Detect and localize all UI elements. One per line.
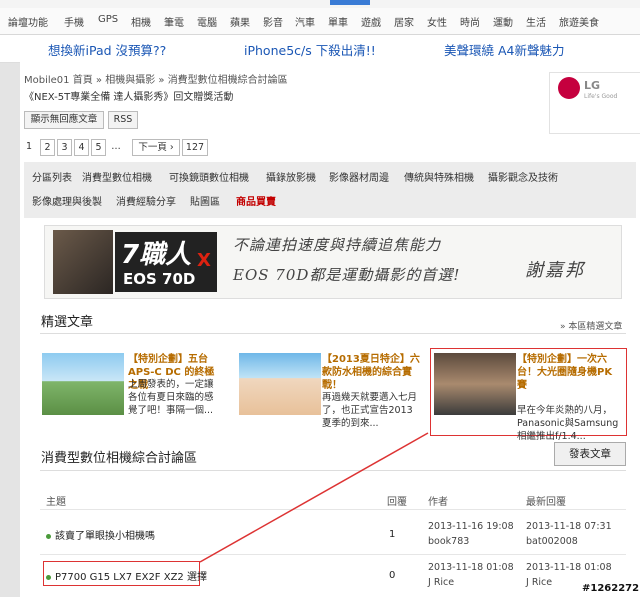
annotation-line [199,432,429,563]
watermark: #1262272 [582,583,640,594]
